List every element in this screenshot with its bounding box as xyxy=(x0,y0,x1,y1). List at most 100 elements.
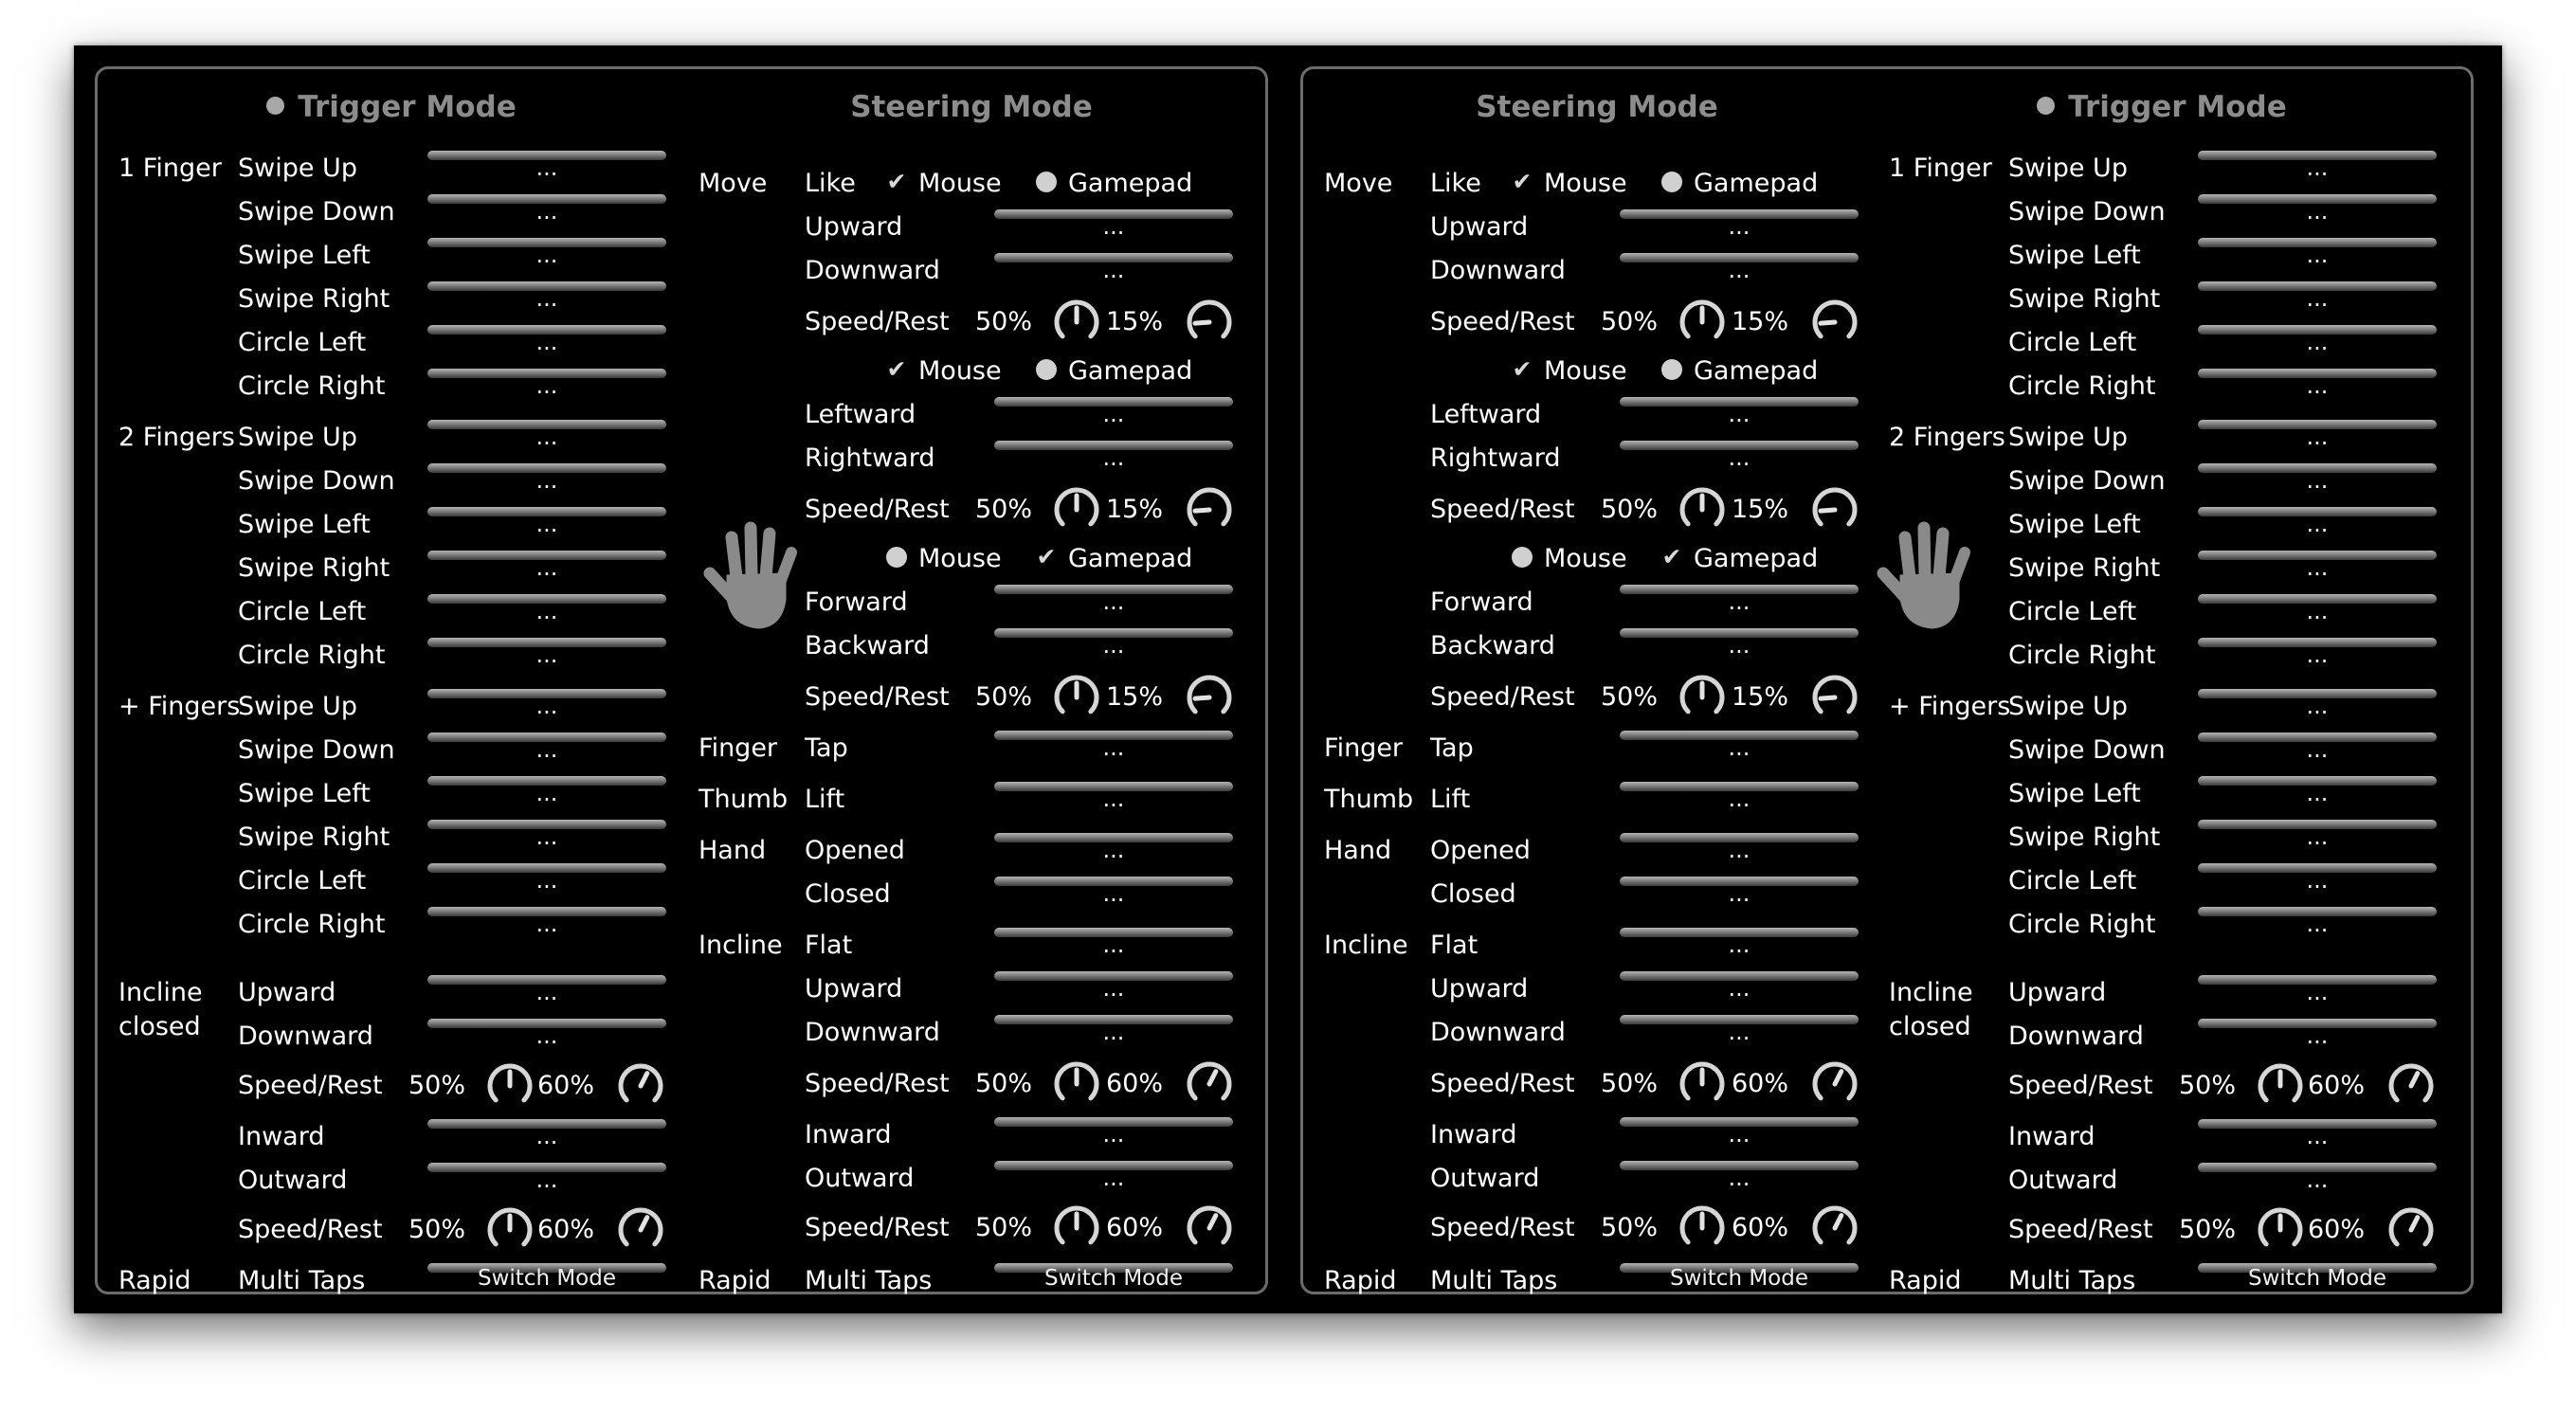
switch-mode-button[interactable]: Switch Mode xyxy=(1620,1261,1859,1299)
rest-knob[interactable] xyxy=(2386,1060,2437,1112)
incline-action-field[interactable]: ... xyxy=(2198,1161,2437,1199)
direction-action-field[interactable]: ... xyxy=(1620,583,1859,621)
gesture-action-field[interactable]: ... xyxy=(427,636,666,674)
incline-action-field[interactable]: ... xyxy=(1620,969,1859,1007)
switch-mode-button[interactable]: Switch Mode xyxy=(994,1261,1233,1299)
gesture-action-field[interactable]: ... xyxy=(427,280,666,317)
hand-action-field[interactable]: ... xyxy=(994,875,1233,913)
rest-knob[interactable] xyxy=(1184,1203,1235,1254)
gesture-action-field[interactable]: ... xyxy=(427,592,666,630)
gesture-action-field[interactable]: ... xyxy=(2198,774,2437,812)
mouse-radio[interactable]: ✔ Mouse xyxy=(1512,355,1627,388)
hand-action-field[interactable]: ... xyxy=(1620,831,1859,869)
gesture-action-field[interactable]: ... xyxy=(427,549,666,587)
direction-action-field[interactable]: ... xyxy=(1620,395,1859,433)
speed-knob[interactable] xyxy=(1051,1058,1102,1110)
incline-action-field[interactable]: ... xyxy=(1620,926,1859,964)
gesture-action-field[interactable]: ... xyxy=(427,731,666,769)
speed-knob[interactable] xyxy=(1677,672,1728,723)
lift-action-field[interactable]: ... xyxy=(1620,780,1859,818)
gesture-action-field[interactable]: ... xyxy=(2198,636,2437,674)
gesture-action-field[interactable]: ... xyxy=(2198,731,2437,769)
direction-action-field[interactable]: ... xyxy=(994,395,1233,433)
incline-action-field[interactable]: ... xyxy=(427,1117,666,1155)
direction-action-field[interactable]: ... xyxy=(1620,251,1859,289)
direction-action-field[interactable]: ... xyxy=(1620,626,1859,664)
gesture-action-field[interactable]: ... xyxy=(2198,367,2437,405)
direction-action-field[interactable]: ... xyxy=(994,208,1233,245)
incline-action-field[interactable]: ... xyxy=(994,1115,1233,1153)
gesture-action-field[interactable]: ... xyxy=(427,861,666,899)
gamepad-radio[interactable]: Gamepad xyxy=(1036,355,1192,388)
incline-action-field[interactable]: ... xyxy=(2198,1117,2437,1155)
incline-action-field[interactable]: ... xyxy=(994,926,1233,964)
gesture-action-field[interactable]: ... xyxy=(427,505,666,543)
incline-action-field[interactable]: ... xyxy=(2198,973,2437,1011)
rest-knob[interactable] xyxy=(615,1204,666,1256)
mouse-radio[interactable]: Mouse xyxy=(1512,543,1627,575)
speed-knob[interactable] xyxy=(2255,1060,2306,1112)
speed-knob[interactable] xyxy=(484,1204,535,1256)
gesture-action-field[interactable]: ... xyxy=(2198,418,2437,456)
rest-knob[interactable] xyxy=(615,1060,666,1112)
incline-action-field[interactable]: ... xyxy=(427,1017,666,1055)
direction-action-field[interactable]: ... xyxy=(1620,208,1859,245)
gesture-action-field[interactable]: ... xyxy=(2198,149,2437,187)
direction-action-field[interactable]: ... xyxy=(994,251,1233,289)
incline-action-field[interactable]: ... xyxy=(994,969,1233,1007)
incline-action-field[interactable]: ... xyxy=(994,1013,1233,1051)
speed-knob[interactable] xyxy=(2255,1204,2306,1256)
mouse-radio[interactable]: ✔ Mouse xyxy=(886,355,1002,388)
mouse-radio[interactable]: ✔ Mouse xyxy=(886,168,1002,200)
direction-action-field[interactable]: ... xyxy=(994,626,1233,664)
gamepad-radio[interactable]: ✔ Gamepad xyxy=(1661,543,1819,575)
gesture-action-field[interactable]: ... xyxy=(2198,323,2437,361)
gamepad-radio[interactable]: Gamepad xyxy=(1661,355,1818,388)
gesture-action-field[interactable]: ... xyxy=(2198,861,2437,899)
incline-action-field[interactable]: ... xyxy=(427,973,666,1011)
switch-mode-button[interactable]: Switch Mode xyxy=(2198,1261,2437,1299)
gesture-action-field[interactable]: ... xyxy=(427,418,666,456)
gesture-action-field[interactable]: ... xyxy=(2198,905,2437,943)
speed-knob[interactable] xyxy=(1051,297,1102,348)
gesture-action-field[interactable]: ... xyxy=(427,461,666,499)
gesture-action-field[interactable]: ... xyxy=(2198,818,2437,856)
gesture-action-field[interactable]: ... xyxy=(427,687,666,725)
incline-action-field[interactable]: ... xyxy=(994,1159,1233,1197)
gesture-action-field[interactable]: ... xyxy=(2198,280,2437,317)
gesture-action-field[interactable]: ... xyxy=(427,818,666,856)
rest-knob[interactable] xyxy=(1184,672,1235,723)
gesture-action-field[interactable]: ... xyxy=(427,149,666,187)
gesture-action-field[interactable]: ... xyxy=(2198,549,2437,587)
rest-knob[interactable] xyxy=(1184,484,1235,535)
speed-knob[interactable] xyxy=(1051,484,1102,535)
incline-action-field[interactable]: ... xyxy=(1620,1115,1859,1153)
direction-action-field[interactable]: ... xyxy=(994,583,1233,621)
gesture-action-field[interactable]: ... xyxy=(427,323,666,361)
speed-knob[interactable] xyxy=(1677,1203,1728,1254)
gesture-action-field[interactable]: ... xyxy=(2198,192,2437,230)
rest-knob[interactable] xyxy=(1184,297,1235,348)
rest-knob[interactable] xyxy=(1809,672,1860,723)
speed-knob[interactable] xyxy=(1051,1203,1102,1254)
gesture-action-field[interactable]: ... xyxy=(2198,687,2437,725)
lift-action-field[interactable]: ... xyxy=(994,780,1233,818)
gesture-action-field[interactable]: ... xyxy=(2198,236,2437,274)
gamepad-radio[interactable]: ✔ Gamepad xyxy=(1036,543,1193,575)
incline-action-field[interactable]: ... xyxy=(1620,1159,1859,1197)
rest-knob[interactable] xyxy=(2386,1204,2437,1256)
rest-knob[interactable] xyxy=(1809,484,1860,535)
incline-action-field[interactable]: ... xyxy=(2198,1017,2437,1055)
gesture-action-field[interactable]: ... xyxy=(427,905,666,943)
speed-knob[interactable] xyxy=(484,1060,535,1112)
gesture-action-field[interactable]: ... xyxy=(2198,592,2437,630)
gesture-action-field[interactable]: ... xyxy=(2198,461,2437,499)
rest-knob[interactable] xyxy=(1809,297,1860,348)
gesture-action-field[interactable]: ... xyxy=(427,774,666,812)
speed-knob[interactable] xyxy=(1677,1058,1728,1110)
gesture-action-field[interactable]: ... xyxy=(2198,505,2437,543)
rest-knob[interactable] xyxy=(1184,1058,1235,1110)
switch-mode-button[interactable]: Switch Mode xyxy=(427,1261,666,1299)
direction-action-field[interactable]: ... xyxy=(994,439,1233,477)
mouse-radio[interactable]: ✔ Mouse xyxy=(1512,168,1627,200)
